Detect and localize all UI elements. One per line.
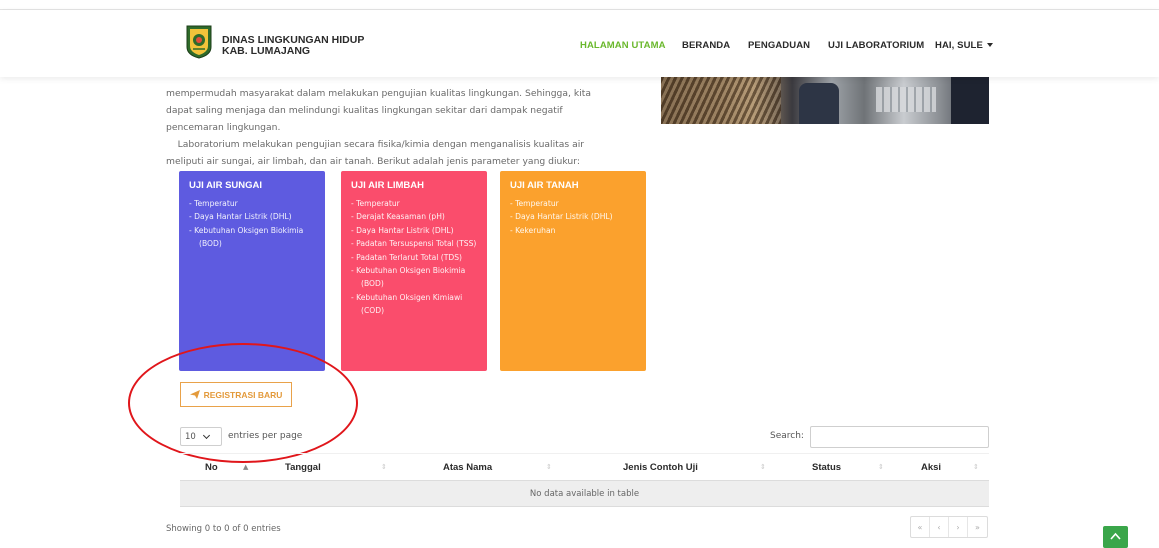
lumajang-logo[interactable] <box>186 25 212 59</box>
paper-plane-icon <box>189 390 200 399</box>
previous-page-button[interactable]: ‹ <box>930 517 949 537</box>
parameter-item: Padatan Terlarut Total (TDS) <box>351 251 477 264</box>
nav-halaman-utama[interactable]: HALAMAN UTAMA <box>580 40 666 51</box>
caret-down-icon <box>986 43 993 48</box>
brand-line-2: KAB. LUMAJANG <box>222 45 311 57</box>
column-status[interactable]: Status <box>812 462 841 473</box>
column-tanggal[interactable]: Tanggal <box>285 462 321 473</box>
sort-icon[interactable]: ⇕ <box>546 463 552 471</box>
column-atas-nama[interactable]: Atas Nama <box>443 462 492 473</box>
parameter-item: Kebutuhan Oksigen Biokimia (BOD) <box>189 224 315 251</box>
last-page-button[interactable]: » <box>968 517 987 537</box>
parameter-item: Temperatur <box>351 197 477 210</box>
table-info: Showing 0 to 0 of 0 entries <box>166 524 281 534</box>
card-title: UJI AIR SUNGAI <box>189 180 263 191</box>
parameter-item: Derajat Keasaman (pH) <box>351 210 477 223</box>
brand-title[interactable]: DINAS LINGKUNGAN HIDUP KAB. LUMAJANG <box>222 35 364 57</box>
parameter-item: Kekeruhan <box>510 224 636 237</box>
nav-pengaduan[interactable]: PENGADUAN <box>748 40 810 51</box>
parameter-item: Kebutuhan Oksigen Biokimia (BOD) <box>351 264 477 291</box>
entries-value: 10 <box>185 431 196 442</box>
parameter-item: Daya Hantar Listrik (DHL) <box>510 210 636 223</box>
chevron-down-icon <box>202 431 210 439</box>
card-title: UJI AIR TANAH <box>510 180 579 191</box>
parameter-item: Temperatur <box>510 197 636 210</box>
empty-table-row: No data available in table <box>180 481 989 507</box>
laboratory-photo <box>661 77 989 124</box>
sort-icon[interactable]: ⇕ <box>878 463 884 471</box>
intro-line: meliputi air sungai, air limbah, dan air… <box>166 156 580 167</box>
pagination: « ‹ › » <box>910 516 988 538</box>
parameter-item: Daya Hantar Listrik (DHL) <box>351 224 477 237</box>
first-page-button[interactable]: « <box>911 517 930 537</box>
registrasi-baru-label: REGISTRASI BARU <box>203 389 283 400</box>
next-page-button[interactable]: › <box>949 517 968 537</box>
user-greeting: HAI, SULE <box>935 40 983 51</box>
intro-paragraph-2: Laboratorium melakukan pengujian secara … <box>166 136 646 170</box>
search-label: Search: <box>770 431 804 441</box>
nav-uji-laboratorium[interactable]: UJI LABORATORIUM <box>828 40 924 51</box>
column-no[interactable]: No <box>205 462 218 473</box>
nav-user-menu[interactable]: HAI, SULE <box>935 40 993 51</box>
intro-line: pencemaran lingkungan. <box>166 122 281 133</box>
sort-asc-icon[interactable]: ▲ <box>243 463 248 471</box>
registrasi-baru-button[interactable]: REGISTRASI BARU <box>180 382 292 407</box>
back-to-top-button[interactable] <box>1103 526 1128 548</box>
parameter-item: Padatan Tersuspensi Total (TSS) <box>351 237 477 250</box>
sort-icon[interactable]: ⇕ <box>973 463 979 471</box>
intro-line: dapat saling menjaga dan melindungi kual… <box>166 105 563 116</box>
card-uji-air-limbah: UJI AIR LIMBAH Temperatur Derajat Keasam… <box>341 171 487 371</box>
entries-per-page-select[interactable]: 10 <box>180 427 222 446</box>
top-border <box>0 0 1159 10</box>
card-uji-air-sungai: UJI AIR SUNGAI Temperatur Daya Hantar Li… <box>179 171 325 371</box>
intro-line: mempermudah masyarakat dalam melakukan p… <box>166 88 591 99</box>
intro-paragraph-1: mempermudah masyarakat dalam melakukan p… <box>166 85 646 136</box>
card-uji-air-tanah: UJI AIR TANAH Temperatur Daya Hantar Lis… <box>500 171 646 371</box>
sort-icon[interactable]: ⇕ <box>381 463 387 471</box>
table-header: No ▲ Tanggal ⇕ Atas Nama ⇕ Jenis Contoh … <box>180 453 989 481</box>
parameter-item: Daya Hantar Listrik (DHL) <box>189 210 315 223</box>
parameter-item: Kebutuhan Oksigen Kimiawi (COD) <box>351 291 477 318</box>
column-jenis-contoh-uji[interactable]: Jenis Contoh Uji <box>623 462 698 473</box>
sort-icon[interactable]: ⇕ <box>760 463 766 471</box>
navbar: DINAS LINGKUNGAN HIDUP KAB. LUMAJANG HAL… <box>0 10 1159 77</box>
search-input[interactable] <box>810 426 989 448</box>
card-title: UJI AIR LIMBAH <box>351 180 425 191</box>
parameter-item: Temperatur <box>189 197 315 210</box>
nav-beranda[interactable]: BERANDA <box>682 40 730 51</box>
entries-per-page-label: entries per page <box>228 431 303 441</box>
chevron-up-icon <box>1110 532 1121 540</box>
column-aksi[interactable]: Aksi <box>921 462 941 473</box>
intro-line: Laboratorium melakukan pengujian secara … <box>166 139 585 150</box>
